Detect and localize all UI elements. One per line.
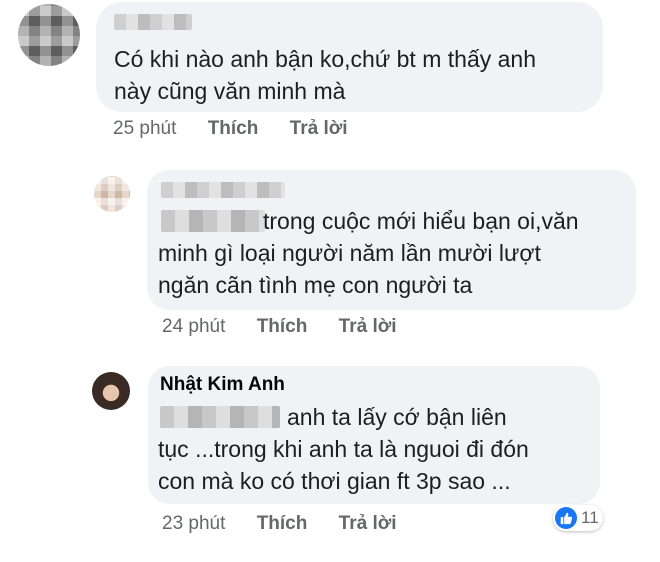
comment-bubble: trong cuộc mới hiểu bạn oi,văn minh gì l… [147,170,636,310]
reply-link[interactable]: Trả lời [339,513,397,535]
comment-bubble: Có khi nào anh bận ko,chứ bt m thấy anh … [96,2,603,112]
comment-actions: 25 phút Thích Trả lời [113,118,348,140]
author-name-blurred[interactable] [161,182,285,198]
comment-text-line: ngăn cãn tình mẹ con người ta [158,272,473,298]
like-icon [555,507,577,529]
reaction-summary[interactable]: 11 [553,505,603,531]
like-link[interactable]: Thích [257,513,308,535]
reaction-count: 11 [581,508,599,527]
comment-time[interactable]: 24 phút [162,316,225,338]
comment-bubble: Nhật Kim Anh anh ta lấy cớ bận liên tục … [148,366,600,504]
comment-text-line: trong cuộc mới hiểu bạn oi,văn [263,208,579,234]
comment-text-line: Có khi nào anh bận ko,chứ bt m thấy anh [114,46,536,72]
comment-time[interactable]: 25 phút [113,118,176,140]
author-name-blurred[interactable] [114,14,192,30]
avatar[interactable] [18,4,80,66]
comment-text-line: này cũng văn minh mà [114,78,346,104]
comment-text-line: anh ta lấy cớ bận liên [287,404,507,430]
avatar[interactable] [94,176,130,212]
like-link[interactable]: Thích [208,118,259,140]
comment-text-line: minh gì loại người năm lần mười lượt [158,240,541,266]
like-link[interactable]: Thích [257,316,308,338]
comment-time[interactable]: 23 phút [162,513,225,535]
reply-link[interactable]: Trả lời [290,118,348,140]
comment-actions: 24 phút Thích Trả lời [162,316,397,338]
comment-text-line: con mà ko có thơi gian ft 3p sao ... [158,468,511,494]
comment-actions: 23 phút Thích Trả lời [162,513,397,535]
author-name[interactable]: Nhật Kim Anh [160,374,285,396]
mention-tag-blurred[interactable] [160,406,280,428]
reply-link[interactable]: Trả lời [339,316,397,338]
mention-tag-blurred[interactable] [161,210,265,232]
comment-text-line: tục ...trong khi anh ta là nguoi đi đón [158,436,529,462]
avatar[interactable] [92,372,130,410]
